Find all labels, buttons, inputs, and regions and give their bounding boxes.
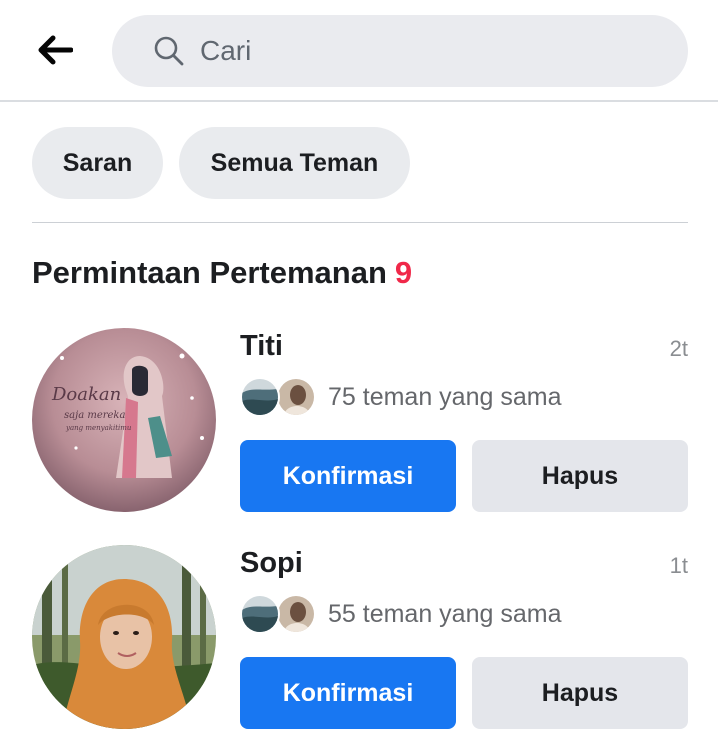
chip-saran[interactable]: Saran (32, 127, 163, 199)
search-input[interactable]: Cari (112, 15, 688, 87)
search-icon (152, 34, 186, 68)
divider (32, 222, 688, 223)
avatar[interactable] (32, 545, 216, 729)
mutual-friend-avatars (240, 377, 318, 417)
request-time: 1t (669, 553, 688, 578)
avatar[interactable]: Doakan saja mereka yang menyakitimu (32, 328, 216, 512)
mutual-friends[interactable]: 75 teman yang sama (240, 376, 561, 418)
delete-button[interactable]: Hapus (472, 657, 688, 729)
back-button[interactable] (26, 26, 84, 78)
mutual-friend-avatars (240, 594, 318, 634)
mutual-friends-text: 75 teman yang sama (328, 382, 562, 411)
request-count-badge: 9 (394, 255, 413, 290)
requester-name[interactable]: Sopi (240, 547, 303, 580)
mutual-friend-avatar (276, 594, 316, 634)
confirm-button[interactable]: Konfirmasi (240, 657, 456, 729)
mutual-friend-avatar (240, 377, 280, 417)
chip-semua-teman[interactable]: Semua Teman (179, 127, 410, 199)
mutual-friend-avatar (240, 594, 280, 634)
mutual-friends-text: 55 teman yang sama (328, 599, 562, 628)
section-title: Permintaan Pertemanan 9 (32, 255, 412, 291)
arrow-left-icon (37, 35, 74, 70)
delete-button[interactable]: Hapus (472, 440, 688, 512)
friend-request-card: Doakan saja mereka yang menyakitimu Titi… (0, 328, 718, 528)
filter-chips: Saran Semua Teman (32, 127, 410, 199)
search-placeholder: Cari (200, 35, 252, 66)
confirm-button[interactable]: Konfirmasi (240, 440, 456, 512)
section-title-text: Permintaan Pertemanan (32, 255, 387, 290)
friend-request-card: Sopi 1t 55 teman yang sama Konfirmasi Ha… (0, 545, 718, 745)
top-bar: Cari (0, 0, 718, 102)
request-time: 2t (669, 336, 688, 361)
mutual-friend-avatar (276, 377, 316, 417)
svg-text:yang menyakitimu: yang menyakitimu (65, 424, 132, 432)
svg-text:saja mereka: saja mereka (64, 410, 125, 421)
svg-text:Doakan: Doakan (51, 384, 121, 405)
mutual-friends[interactable]: 55 teman yang sama (240, 593, 561, 635)
requester-name[interactable]: Titi (240, 330, 283, 363)
